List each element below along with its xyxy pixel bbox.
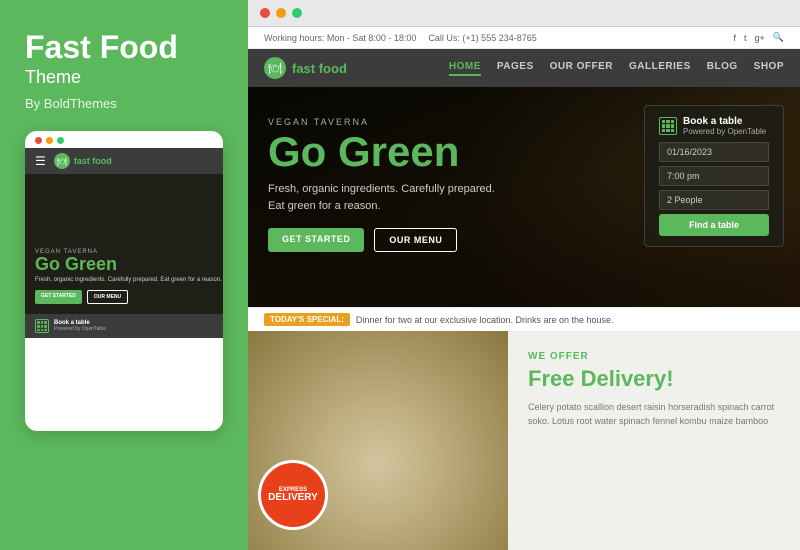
book-table-time-input[interactable]: 7:00 pm bbox=[659, 166, 769, 186]
website-mockup: Working hours: Mon - Sat 8:00 - 18:00 Ca… bbox=[248, 27, 800, 550]
site-logo: 🍽 fast food bbox=[264, 57, 347, 79]
site-topbar: Working hours: Mon - Sat 8:00 - 18:00 Ca… bbox=[248, 27, 800, 49]
book-table-widget: Book a table Powered by OpenTable 01/16/… bbox=[644, 105, 784, 247]
mobile-book-subtitle: Powered by OpenTable bbox=[54, 326, 106, 332]
mobile-book-info: Book a table Powered by OpenTable bbox=[54, 320, 106, 332]
mobile-dot-red bbox=[35, 137, 42, 144]
mobile-logo-icon: 🍽 bbox=[54, 153, 70, 169]
nav-link-galleries[interactable]: GALLERIES bbox=[629, 61, 691, 76]
mobile-book-calendar-icon bbox=[35, 319, 49, 333]
nav-link-shop[interactable]: SHOP bbox=[754, 61, 784, 76]
mobile-hero-heading: Go Green bbox=[35, 255, 222, 273]
hero-vegan-tag: VEGAN TAVERNA bbox=[268, 117, 495, 127]
app-subtitle: Theme bbox=[25, 67, 223, 88]
nav-link-pages[interactable]: PAGES bbox=[497, 61, 534, 76]
book-table-subtitle: Powered by OpenTable bbox=[683, 127, 766, 136]
topbar-right: f t g+ 🔍 bbox=[733, 32, 784, 43]
todays-special-bar: TODAY'S SPECIAL: Dinner for two at our e… bbox=[248, 307, 800, 331]
book-table-title: Book a table bbox=[683, 116, 766, 127]
book-table-title-block: Book a table Powered by OpenTable bbox=[683, 116, 766, 136]
mobile-logo: 🍽 fast food bbox=[54, 153, 112, 169]
delivery-heading: Free Delivery! bbox=[528, 366, 780, 392]
call-us: Call Us: (+1) 555 234-8765 bbox=[428, 33, 536, 43]
express-delivery-badge: EXPRESS DELIVERY bbox=[258, 460, 328, 530]
working-hours: Working hours: Mon - Sat 8:00 - 18:00 bbox=[264, 33, 416, 43]
topbar-left: Working hours: Mon - Sat 8:00 - 18:00 Ca… bbox=[264, 33, 537, 43]
mobile-hero-content: VEGAN TAVERNA Go Green Fresh, organic in… bbox=[35, 249, 222, 304]
mobile-dots bbox=[35, 137, 64, 144]
mobile-hero-subtext: Fresh, organic ingredients. Carefully pr… bbox=[35, 276, 222, 284]
hamburger-icon: ☰ bbox=[35, 154, 46, 168]
site-logo-icon: 🍽 bbox=[264, 57, 286, 79]
app-author: By BoldThemes bbox=[25, 96, 223, 111]
nav-link-home[interactable]: HOME bbox=[449, 61, 481, 76]
express-main-text: DELIVERY bbox=[268, 493, 318, 503]
mobile-hero-buttons: GET STARTED OUR MENU bbox=[35, 290, 222, 304]
mobile-dot-green bbox=[57, 137, 64, 144]
express-badge-circle: EXPRESS DELIVERY bbox=[258, 460, 328, 530]
nav-link-our-offer[interactable]: OUR OFFER bbox=[550, 61, 613, 76]
mobile-top-bar bbox=[25, 131, 223, 148]
mobile-logo-text: fast food bbox=[74, 156, 112, 166]
mobile-hero: VEGAN TAVERNA Go Green Fresh, organic in… bbox=[25, 174, 223, 314]
book-table-calendar-icon bbox=[659, 117, 677, 135]
mobile-dot-yellow bbox=[46, 137, 53, 144]
book-table-date-input[interactable]: 01/16/2023 bbox=[659, 142, 769, 162]
hero-our-menu-button[interactable]: OUR MENU bbox=[374, 228, 457, 252]
app-title: Fast Food bbox=[25, 30, 223, 65]
site-bottom-section: EXPRESS DELIVERY WE OFFER Free Delivery!… bbox=[248, 331, 800, 550]
mobile-book-bar: Book a table Powered by OpenTable bbox=[25, 314, 223, 338]
site-nav: 🍽 fast food HOME PAGES OUR OFFER GALLERI… bbox=[248, 49, 800, 87]
nav-link-blog[interactable]: BLOG bbox=[707, 61, 738, 76]
delivery-heading-rest: Delivery! bbox=[574, 366, 673, 391]
book-table-header: Book a table Powered by OpenTable bbox=[659, 116, 769, 136]
right-panel: Working hours: Mon - Sat 8:00 - 18:00 Ca… bbox=[248, 0, 800, 550]
todays-special-text: Dinner for two at our exclusive location… bbox=[356, 315, 614, 325]
hero-subheading: Fresh, organic ingredients. Carefully pr… bbox=[268, 181, 495, 214]
social-facebook[interactable]: f bbox=[733, 33, 736, 43]
bottom-text-section: WE OFFER Free Delivery! Celery potato sc… bbox=[508, 331, 800, 550]
site-nav-links: HOME PAGES OUR OFFER GALLERIES BLOG SHOP bbox=[449, 61, 784, 76]
social-googleplus[interactable]: g+ bbox=[755, 33, 765, 43]
browser-dot-green bbox=[292, 8, 302, 18]
mobile-our-menu-button[interactable]: OUR MENU bbox=[87, 290, 128, 304]
food-image: EXPRESS DELIVERY bbox=[248, 331, 508, 550]
social-twitter[interactable]: t bbox=[744, 33, 747, 43]
site-logo-text: fast food bbox=[292, 61, 347, 76]
delivery-description: Celery potato scallion desert raisin hor… bbox=[528, 400, 780, 429]
hero-heading: Go Green bbox=[268, 131, 495, 173]
site-hero-content: VEGAN TAVERNA Go Green Fresh, organic in… bbox=[268, 117, 495, 252]
mobile-nav-bar: ☰ 🍽 fast food bbox=[25, 148, 223, 174]
browser-dot-yellow bbox=[276, 8, 286, 18]
todays-special-label: TODAY'S SPECIAL: bbox=[264, 313, 350, 326]
book-table-guests-input[interactable]: 2 People bbox=[659, 190, 769, 210]
hero-buttons: GET STARTED OUR MENU bbox=[268, 228, 495, 252]
browser-dot-red bbox=[260, 8, 270, 18]
hero-get-started-button[interactable]: GET STARTED bbox=[268, 228, 364, 252]
site-hero: VEGAN TAVERNA Go Green Fresh, organic in… bbox=[248, 87, 800, 307]
we-offer-label: WE OFFER bbox=[528, 351, 780, 362]
left-panel: Fast Food Theme By BoldThemes ☰ 🍽 fast f… bbox=[0, 0, 248, 550]
browser-chrome bbox=[248, 0, 800, 27]
delivery-heading-free: Free bbox=[528, 366, 574, 391]
mobile-mockup: ☰ 🍽 fast food VEGAN TAVERNA Go Green Fre… bbox=[25, 131, 223, 431]
find-table-button[interactable]: Find a table bbox=[659, 214, 769, 236]
mobile-get-started-button[interactable]: GET STARTED bbox=[35, 290, 82, 304]
social-search-icon[interactable]: 🔍 bbox=[773, 32, 784, 43]
